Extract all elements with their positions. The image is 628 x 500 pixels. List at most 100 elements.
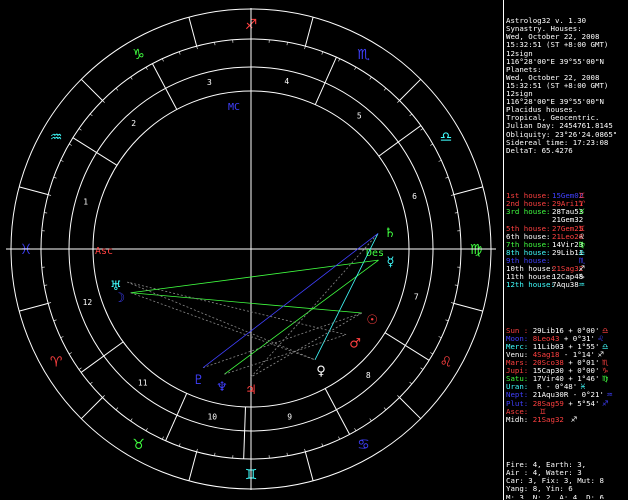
degree-tick [53,319,57,322]
degree-tick [44,212,48,214]
planet-row: Midh: 21Sag32 ♐ [506,414,628,424]
degree-tick [44,284,48,286]
house-number: 2 [131,119,136,128]
planet-position: 21Sag32 [532,414,569,424]
house-number: 9 [287,413,292,422]
house-cusp [314,56,337,105]
degree-tick [178,443,181,447]
degree-tick [369,76,372,80]
zodiac-sign-icon: ♈ [50,355,63,371]
degree-tick [196,46,198,50]
sign-boundary [399,78,422,101]
sign-boundary [80,78,103,101]
planet-glyph-icon: ☿ [386,255,394,270]
degree-tick [115,87,119,91]
degree-tick [354,428,357,432]
degree-tick [78,367,82,370]
degree-tick [214,42,216,46]
degree-tick [338,58,341,62]
info-panel: Astrolog32 v. 1.30 Synastry. Houses: Wed, … [506,1,628,499]
degree-tick [60,159,64,162]
degree-tick [89,113,93,117]
zodiac-sign-icon: ♌ [440,355,453,371]
house-number: 8 [366,371,371,380]
stat-line: M: 3, N: 2, A: 4, D: 6 [506,492,604,499]
sign-boundary [453,186,483,196]
aspect-line [130,292,362,314]
chart-wheel-area: ♈ ♉ ♊ ♋ ♌ ♍ ♎ ♏ ♐ ♑ ♒ ♓ 1 2 3 4 5 6 7 8 9 10 11 12 Asc Des MC ☉ ☽ ☿ ♀ ♂… [0,0,503,500]
degree-tick [145,66,148,70]
degree-tick [321,443,324,447]
house-label: 12th house: [506,280,555,290]
degree-tick [430,352,434,355]
degree-tick [450,302,454,304]
zodiac-sign-icon: ♋ [357,437,370,453]
info-line: DeltaT: 65.4276 [506,145,573,155]
house-row: 12th house:7Aqu38 ♒ [506,281,628,289]
degree-tick [48,302,52,304]
degree-tick [130,418,133,422]
degree-tick [78,128,82,131]
degree-tick [286,42,288,46]
aspect-line [127,281,316,361]
panel-divider [503,0,504,500]
zodiac-sign-icon: ♒ [50,130,63,146]
degree-tick [48,194,52,196]
degree-tick [397,395,400,398]
degree-tick [130,76,133,80]
sign-glyph-icon: ♒ [576,280,585,290]
planet-glyph-icon: ♃ [245,383,257,398]
degree-tick [420,367,424,370]
degree-tick [321,51,324,55]
degree-tick [196,448,198,452]
house-number: 4 [284,77,289,86]
sign-glyph-icon: ♍ [599,374,609,384]
degree-tick [115,407,119,411]
zodiac-sign-icon: ♓ [20,242,33,258]
planet-glyph-icon: ♇ [193,373,205,388]
degree-tick [338,436,341,440]
degree-tick [438,159,442,162]
degree-tick [60,336,64,339]
house-cusp [243,406,246,459]
degree-tick [454,212,458,214]
sign-glyph-icon: ♐ [599,398,609,408]
degree-tick [161,58,164,62]
zodiac-sign-icon: ♏ [357,47,370,63]
planet-glyph-icon: ☉ [366,313,378,328]
house-value: 29Lib11 [552,247,584,257]
house-cusp [80,341,124,373]
zodiac-sign-icon: ♎ [440,130,453,146]
house-number: 1 [83,198,88,207]
aspect-line [202,312,362,369]
house-cusp [324,388,351,435]
degree-tick [409,381,413,385]
sign-boundary [453,302,483,312]
degree-tick [383,407,387,411]
degree-tick [438,336,442,339]
degree-tick [445,319,449,322]
planet-glyph-icon: ♄ [384,226,396,241]
house-cusp [72,137,118,166]
sign-boundary [188,17,198,47]
degree-tick [454,284,458,286]
degree-tick [445,176,449,179]
degree-tick [68,352,72,355]
house-number: 6 [412,192,417,201]
degree-tick [304,448,306,452]
aspect-line [314,233,379,361]
chart-wheel: ♈♉♊♋♌♍♎♏♐♑♒♓123 456789101112Asc DesMC☉☽☿♀♂… [6,8,496,490]
planet-position-list: Sun : 29Lib16 + 0°00' ♎ Moon: 8Leo43 + 0°… [506,326,628,424]
zodiac-sign-icon: ♉ [132,437,145,453]
house-number: 3 [207,78,212,87]
planet-name: Midh: [506,414,533,424]
house-value: 7Aqu38 [552,280,579,290]
angle-label: Asc [95,246,113,257]
house-number: 5 [357,111,362,120]
sign-boundary [304,17,314,47]
house-cusp [151,63,178,110]
degree-tick [397,100,400,103]
degree-tick [354,66,357,70]
sign-glyph-icon: ♐ [568,414,578,424]
aspect-line [250,312,363,378]
